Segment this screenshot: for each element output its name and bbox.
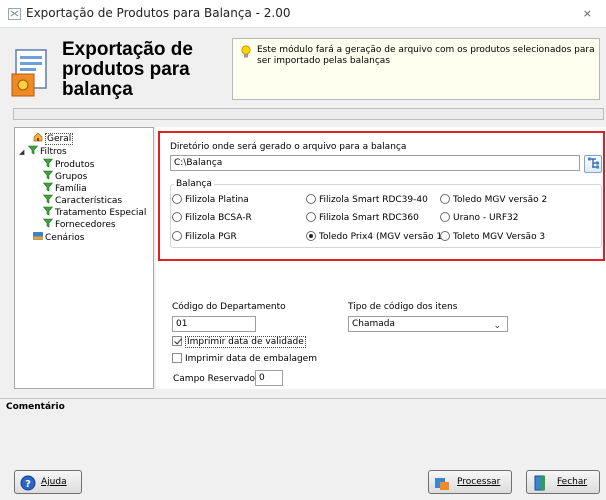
process-icon [435, 478, 449, 490]
tree-item-tratamento-especial[interactable]: Tratamento Especial [43, 206, 146, 218]
departamento-input[interactable]: 01 [172, 316, 256, 332]
checkbox-imprimir-validade[interactable]: Imprimir data de validade [172, 336, 306, 348]
radio-filizola-bcsa-r[interactable]: Filizola BCSA-R [172, 212, 252, 224]
comment-area [0, 398, 606, 464]
funnel-icon [43, 218, 53, 228]
navigation-tree[interactable]: Geral ◢ Filtros Produtos Grupos Família C… [14, 127, 154, 389]
tree-item-cenarios[interactable]: Cenários [33, 231, 84, 243]
tree-item-filtros[interactable]: ◢ Filtros [19, 145, 67, 157]
house-icon [33, 132, 43, 142]
folder-tree-icon [588, 157, 599, 169]
campo-reservado-input[interactable]: 0 [255, 370, 283, 386]
tree-item-fornecedores[interactable]: Fornecedores [43, 218, 116, 230]
funnel-icon [43, 158, 53, 168]
funnel-icon [43, 182, 53, 192]
window-title: Exportação de Produtos para Balança - 2.… [26, 6, 291, 20]
checkbox-imprimir-embalagem[interactable]: Imprimir data de embalagem [172, 353, 317, 365]
tree-item-caracteristicas[interactable]: Características [43, 194, 122, 206]
tree-item-geral[interactable]: Geral [33, 132, 74, 145]
svg-text:?: ? [25, 479, 31, 490]
funnel-icon [43, 170, 53, 180]
page-title-line-2: produtos para [62, 59, 190, 80]
processar-button[interactable]: Processar [428, 470, 512, 494]
close-icon[interactable]: × [583, 7, 592, 20]
campo-reservado-label: Campo Reservado [173, 374, 256, 384]
radio-filizola-platina[interactable]: Filizola Platina [172, 194, 249, 206]
funnel-icon [43, 206, 53, 216]
fechar-button[interactable]: Fechar [526, 470, 600, 494]
lightbulb-icon [241, 45, 251, 58]
page-title-line-1: Exportação de [62, 39, 193, 60]
radio-toleto-mgv-versao-3[interactable]: Toleto MGV Versão 3 [440, 231, 545, 243]
directory-label: Diretório onde será gerado o arquivo par… [170, 142, 407, 152]
tipo-codigo-value: Chamada [352, 319, 396, 329]
tree-item-produtos[interactable]: Produtos [43, 158, 94, 170]
app-icon [8, 8, 21, 20]
export-scale-icon [11, 49, 47, 97]
page-title-line-3: balança [62, 79, 133, 100]
comment-title: Comentário [6, 402, 65, 412]
help-icon: ? [20, 475, 36, 491]
radio-filizola-pgr[interactable]: Filizola PGR [172, 231, 237, 243]
funnel-icon [43, 194, 53, 204]
chevron-down-icon: ⌄ [493, 321, 501, 331]
title-bar: Exportação de Produtos para Balança - 2.… [0, 0, 606, 28]
radio-filizola-smart-rdc39-40[interactable]: Filizola Smart RDC39-40 [306, 194, 428, 206]
radio-filizola-smart-rdc360[interactable]: Filizola Smart RDC360 [306, 212, 419, 224]
collapse-arrow-icon[interactable]: ◢ [19, 146, 26, 158]
info-text: Este módulo fará a geração de arquivo co… [257, 45, 595, 66]
info-box: Este módulo fará a geração de arquivo co… [232, 38, 600, 100]
funnel-icon [28, 145, 38, 155]
help-button[interactable]: ? Ajuda [14, 470, 82, 494]
progress-strip [13, 108, 604, 120]
exit-door-icon [534, 475, 545, 491]
tree-item-familia[interactable]: Família [43, 182, 87, 194]
page-title: Exportação de produtos para balança [62, 40, 222, 100]
balanca-label: Balança [174, 179, 214, 189]
tipo-codigo-select[interactable]: Chamada ⌄ [348, 316, 508, 332]
directory-input[interactable]: C:\Balança [170, 155, 580, 171]
departamento-label: Código do Departamento [172, 302, 286, 312]
scenario-icon [33, 232, 43, 240]
radio-toledo-mgv-versao-2[interactable]: Toledo MGV versão 2 [440, 194, 547, 206]
tree-item-grupos[interactable]: Grupos [43, 170, 87, 182]
tipo-codigo-label: Tipo de código dos itens [348, 302, 458, 312]
radio-urano-urf32[interactable]: Urano - URF32 [440, 212, 518, 224]
radio-toledo-prix4[interactable]: Toledo Prix4 (MGV versão 1) [306, 231, 446, 243]
browse-folder-button[interactable] [584, 155, 602, 173]
